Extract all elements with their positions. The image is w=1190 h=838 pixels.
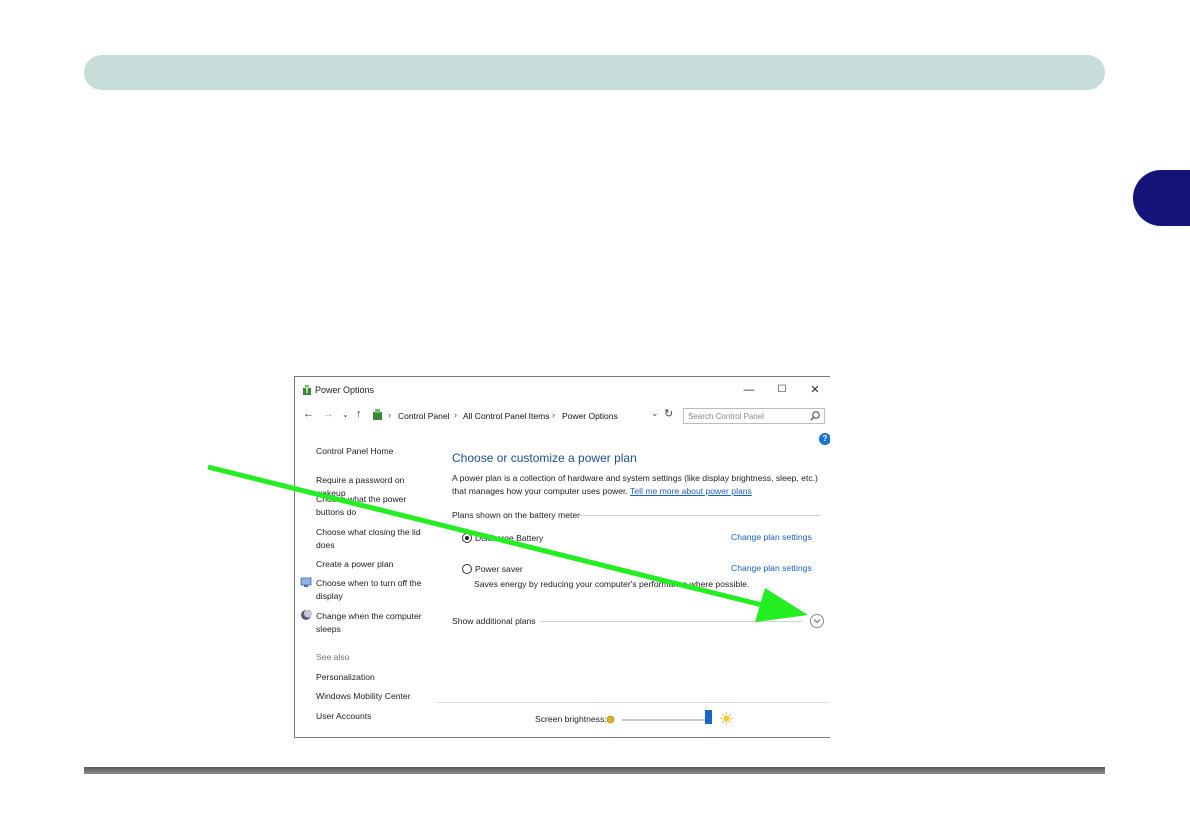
plan-radio[interactable] (462, 533, 472, 543)
search-input[interactable] (688, 409, 806, 423)
back-arrow-icon[interactable]: ← (303, 408, 314, 420)
brightness-slider-thumb[interactable] (705, 710, 712, 724)
divider (578, 515, 820, 516)
control-panel-icon (373, 409, 382, 420)
plan-name: Discharge Battery (475, 533, 544, 543)
change-plan-settings-link[interactable]: Change plan settings (731, 532, 812, 542)
sidebar-item-create-plan[interactable]: Create a power plan (316, 558, 434, 571)
breadcrumb-separator-icon: › (454, 410, 457, 420)
breadcrumb-separator-icon: › (388, 410, 391, 420)
refresh-icon[interactable]: ↻ (664, 407, 673, 420)
sidebar-item-closing-lid[interactable]: Choose what closing the lid does (316, 526, 434, 551)
sidebar-item-power-buttons[interactable]: Choose what the power buttons do (316, 493, 434, 518)
plan-description: A power plan is a collection of hardware… (452, 472, 828, 497)
maximize-button[interactable]: ☐ (771, 382, 793, 398)
breadcrumb-separator-icon: › (552, 410, 555, 420)
page-header-bar (84, 55, 1105, 90)
title-bar: Power Options — ☐ ✕ (295, 377, 830, 403)
breadcrumb-all-items[interactable]: All Control Panel Items (463, 411, 549, 421)
search-icon[interactable] (809, 410, 821, 422)
power-options-window: Power Options — ☐ ✕ ← → ⌄ ↑ › Control Pa… (294, 376, 830, 738)
page-footer-rule (84, 767, 1105, 774)
search-box[interactable] (683, 408, 825, 424)
chevron-down-icon (813, 619, 821, 624)
breadcrumb: › Control Panel › All Control Panel Item… (371, 408, 661, 424)
main-panel: ? Choose or customize a power plan A pow… (436, 427, 830, 737)
display-icon (300, 577, 312, 587)
sidebar-item-mobility-center[interactable]: Windows Mobility Center (316, 690, 434, 703)
sidebar-item-computer-sleeps[interactable]: Change when the computer sleeps (316, 610, 434, 635)
sidebar: Control Panel Home Require a password on… (295, 427, 435, 737)
page-title: Choose or customize a power plan (452, 451, 637, 465)
sidebar-item-personalization[interactable]: Personalization (316, 671, 434, 684)
plans-group-label: Plans shown on the battery meter (452, 510, 581, 520)
recent-locations-chevron-icon[interactable]: ⌄ (342, 410, 349, 419)
change-plan-settings-link[interactable]: Change plan settings (731, 563, 812, 573)
help-icon[interactable]: ? (819, 433, 830, 445)
show-additional-plans-label[interactable]: Show additional plans (452, 616, 536, 626)
dim-sun-icon (606, 715, 615, 724)
chapter-tab (1133, 170, 1190, 226)
learn-more-link[interactable]: Tell me more about power plans (630, 486, 752, 496)
see-also-label: See also (316, 652, 350, 662)
sidebar-item-control-panel-home[interactable]: Control Panel Home (316, 445, 434, 458)
minimize-button[interactable]: — (738, 382, 760, 398)
expand-additional-plans-button[interactable] (810, 614, 824, 628)
sleep-moon-icon (301, 609, 312, 620)
breadcrumb-power-options[interactable]: Power Options (562, 411, 618, 421)
plan-detail-text: Saves energy by reducing your computer's… (474, 579, 750, 589)
window-title: Power Options (315, 385, 375, 395)
plan-name: Power saver (475, 564, 523, 574)
close-button[interactable]: ✕ (804, 382, 826, 398)
bright-sun-icon (720, 712, 733, 725)
sidebar-item-turn-off-display[interactable]: Choose when to turn off the display (316, 577, 434, 602)
breadcrumb-control-panel[interactable]: Control Panel (398, 411, 450, 421)
power-options-app-icon (303, 385, 311, 395)
sidebar-item-user-accounts[interactable]: User Accounts (316, 710, 434, 723)
address-bar: ← → ⌄ ↑ › Control Panel › All Control Pa… (295, 405, 830, 427)
up-arrow-icon[interactable]: ↑ (356, 408, 362, 420)
brightness-slider[interactable] (622, 719, 712, 721)
footer-divider (436, 702, 830, 703)
forward-arrow-icon[interactable]: → (323, 408, 334, 420)
divider (540, 621, 802, 622)
brightness-label: Screen brightness: (535, 714, 607, 724)
plan-radio[interactable] (462, 564, 472, 574)
address-dropdown-icon[interactable]: ⌄ (651, 408, 659, 419)
